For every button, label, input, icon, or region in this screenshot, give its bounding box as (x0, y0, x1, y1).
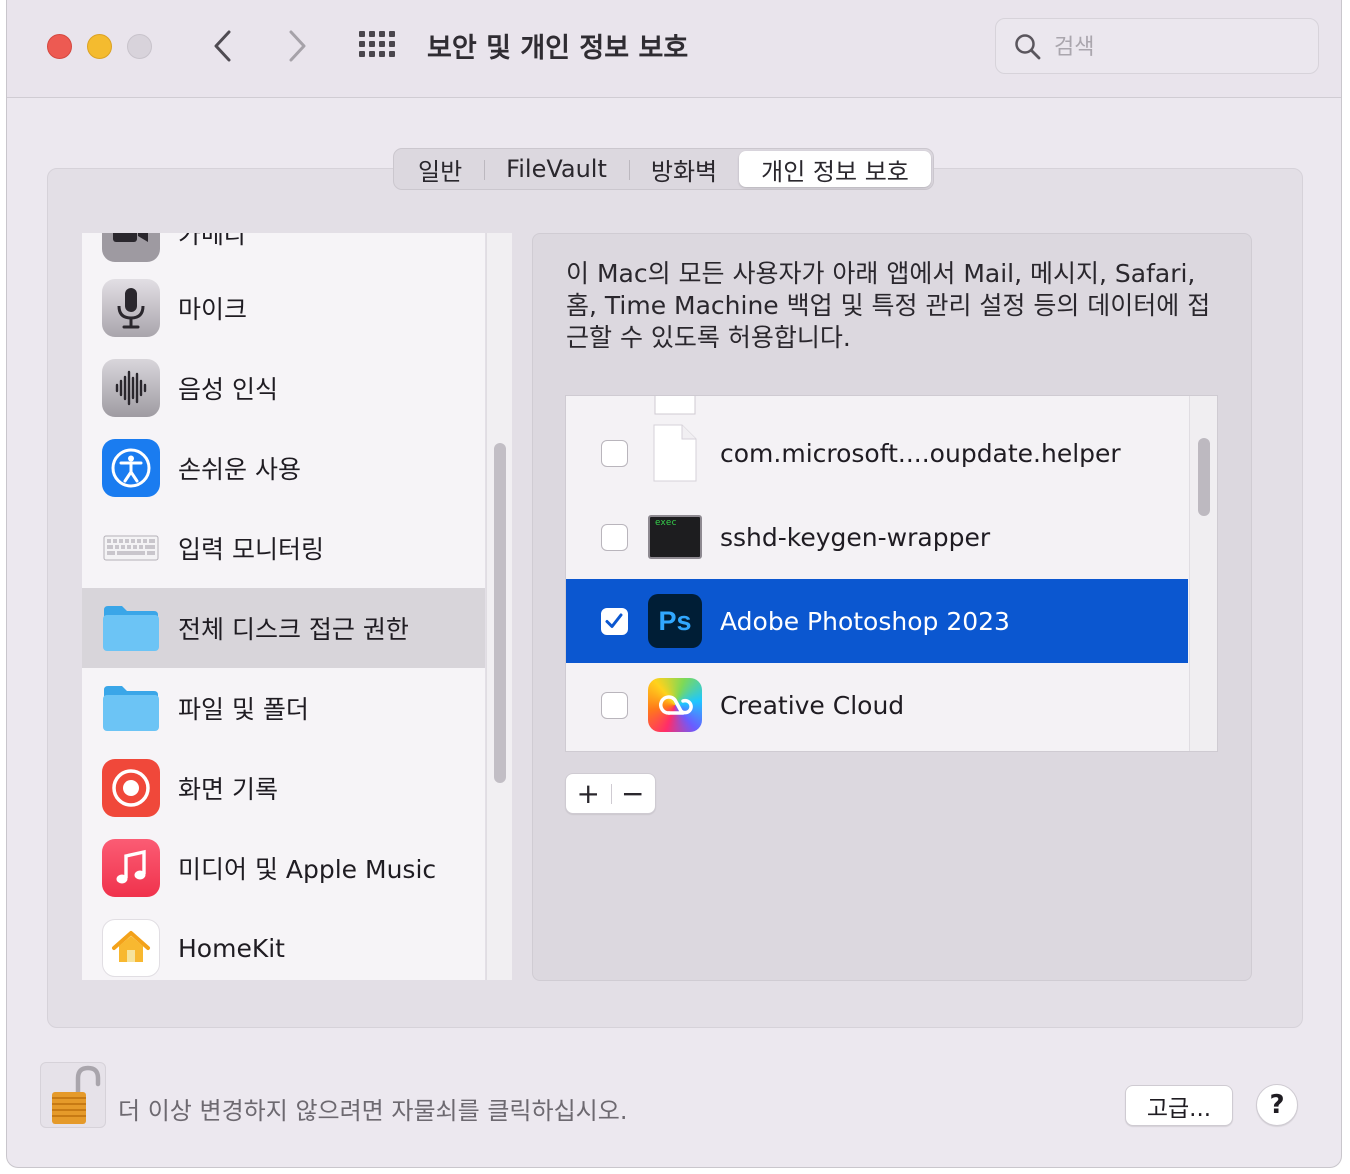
folder-icon (102, 679, 160, 737)
photoshop-icon: Ps (648, 594, 702, 648)
search-icon (1015, 34, 1041, 60)
search-field[interactable] (995, 18, 1319, 74)
home-icon (102, 919, 160, 977)
sidebar-item-homekit[interactable]: HomeKit (82, 908, 485, 980)
folder-icon (102, 599, 160, 657)
sidebar-item-camera[interactable]: 카메라 (82, 233, 485, 273)
camera-icon (102, 233, 160, 262)
sidebar-item-label: 음성 인식 (178, 375, 278, 404)
creative-cloud-icon (648, 678, 702, 732)
permission-description: 이 Mac의 모든 사용자가 아래 앱에서 Mail, 메시지, Safari,… (566, 259, 1211, 352)
document-icon (648, 424, 702, 482)
forward-button[interactable] (277, 26, 317, 66)
minimize-window-button[interactable] (87, 34, 112, 59)
microphone-icon (102, 279, 160, 337)
search-input[interactable] (1054, 32, 1294, 62)
chevron-right-icon (289, 30, 306, 62)
app-checkbox-checked[interactable] (601, 607, 628, 635)
checkmark-icon (605, 613, 623, 628)
music-icon (102, 839, 160, 897)
sidebar-item-screen-recording[interactable]: 화면 기록 (82, 748, 485, 828)
app-name: com.microsoft....oupdate.helper (720, 438, 1121, 468)
app-checkbox[interactable] (601, 691, 628, 719)
app-name: sshd-keygen-wrapper (720, 522, 991, 552)
app-list: com.microsoft....oupdate.helper exec ssh… (565, 395, 1218, 752)
privacy-category-list: 카메라 마이크 음성 인식 손쉬운 사용 입력 모니터링 전체 디스크 접근 권… (82, 233, 485, 980)
sidebar-item-label: 입력 모니터링 (178, 535, 324, 564)
app-checkbox[interactable] (601, 523, 628, 551)
sidebar-item-label: 파일 및 폴더 (178, 695, 309, 724)
sidebar-item-label: 전체 디스크 접근 권한 (178, 615, 409, 644)
tab-bar: 일반 FileVault 방화벽 개인 정보 보호 (393, 148, 934, 190)
keyboard-icon (102, 519, 160, 577)
lock-instruction-text: 더 이상 변경하지 않으려면 자물쇠를 클릭하십시오. (118, 1097, 628, 1125)
window-title: 보안 및 개인 정보 보호 (427, 33, 689, 64)
list-item[interactable]: Creative Cloud (566, 663, 1188, 747)
sidebar-item-input-monitoring[interactable]: 입력 모니터링 (82, 508, 485, 588)
app-name: Creative Cloud (720, 690, 905, 720)
app-list-scroll-thumb[interactable] (1198, 438, 1210, 516)
sidebar-item-label: 마이크 (178, 295, 248, 324)
tab-filevault[interactable]: FileVault (484, 151, 629, 187)
sidebar-item-label: 카메라 (178, 233, 248, 249)
sidebar-item-full-disk-access[interactable]: 전체 디스크 접근 권한 (82, 588, 485, 668)
sidebar-item-accessibility[interactable]: 손쉬운 사용 (82, 428, 485, 508)
titlebar: 보안 및 개인 정보 보호 (7, 0, 1341, 98)
sidebar-item-microphone[interactable]: 마이크 (82, 268, 485, 348)
tab-firewall[interactable]: 방화벽 (628, 151, 739, 187)
photoshop-logo-text: Ps (658, 605, 692, 636)
sidebar-item-speech-recognition[interactable]: 음성 인식 (82, 348, 485, 428)
advanced-button[interactable]: 고급... (1125, 1085, 1233, 1126)
list-item[interactable]: exec sshd-keygen-wrapper (566, 495, 1188, 579)
back-button[interactable] (203, 26, 243, 66)
terminal-exec-label: exec (655, 518, 677, 528)
sidebar-item-label: 손쉬운 사용 (178, 455, 301, 484)
list-item-selected[interactable]: Ps Adobe Photoshop 2023 (566, 579, 1188, 663)
unlocked-padlock-icon (52, 1065, 101, 1124)
sidebar-item-label: 화면 기록 (178, 775, 278, 804)
lock-button[interactable] (40, 1062, 106, 1128)
accessibility-icon (102, 439, 160, 497)
screen-record-icon (102, 759, 160, 817)
tab-privacy[interactable]: 개인 정보 보호 (739, 151, 931, 187)
sidebar-item-label: 미디어 및 Apple Music (178, 855, 437, 884)
app-list-scrollbar[interactable] (1189, 396, 1217, 751)
tab-general[interactable]: 일반 (396, 151, 484, 187)
show-all-grid-icon[interactable] (359, 31, 397, 61)
sidebar-item-media-apple-music[interactable]: 미디어 및 Apple Music (82, 828, 485, 908)
chevron-left-icon (214, 30, 231, 62)
close-window-button[interactable] (47, 34, 72, 59)
add-remove-control: + − (565, 773, 656, 814)
remove-app-button[interactable]: − (610, 774, 656, 813)
sidebar-scrollbar[interactable] (486, 233, 512, 980)
list-item[interactable]: com.microsoft....oupdate.helper (566, 411, 1188, 495)
sidebar-scroll-thumb[interactable] (494, 443, 506, 783)
zoom-window-button[interactable] (127, 34, 152, 59)
app-checkbox[interactable] (601, 439, 628, 467)
sidebar-item-label: HomeKit (178, 933, 285, 963)
sidebar-item-files-and-folders[interactable]: 파일 및 폴더 (82, 668, 485, 748)
help-button[interactable]: ? (1256, 1084, 1298, 1126)
waveform-icon (102, 359, 160, 417)
add-app-button[interactable]: + (566, 774, 611, 813)
terminal-exec-icon: exec (648, 510, 702, 564)
app-name: Adobe Photoshop 2023 (720, 606, 1010, 636)
